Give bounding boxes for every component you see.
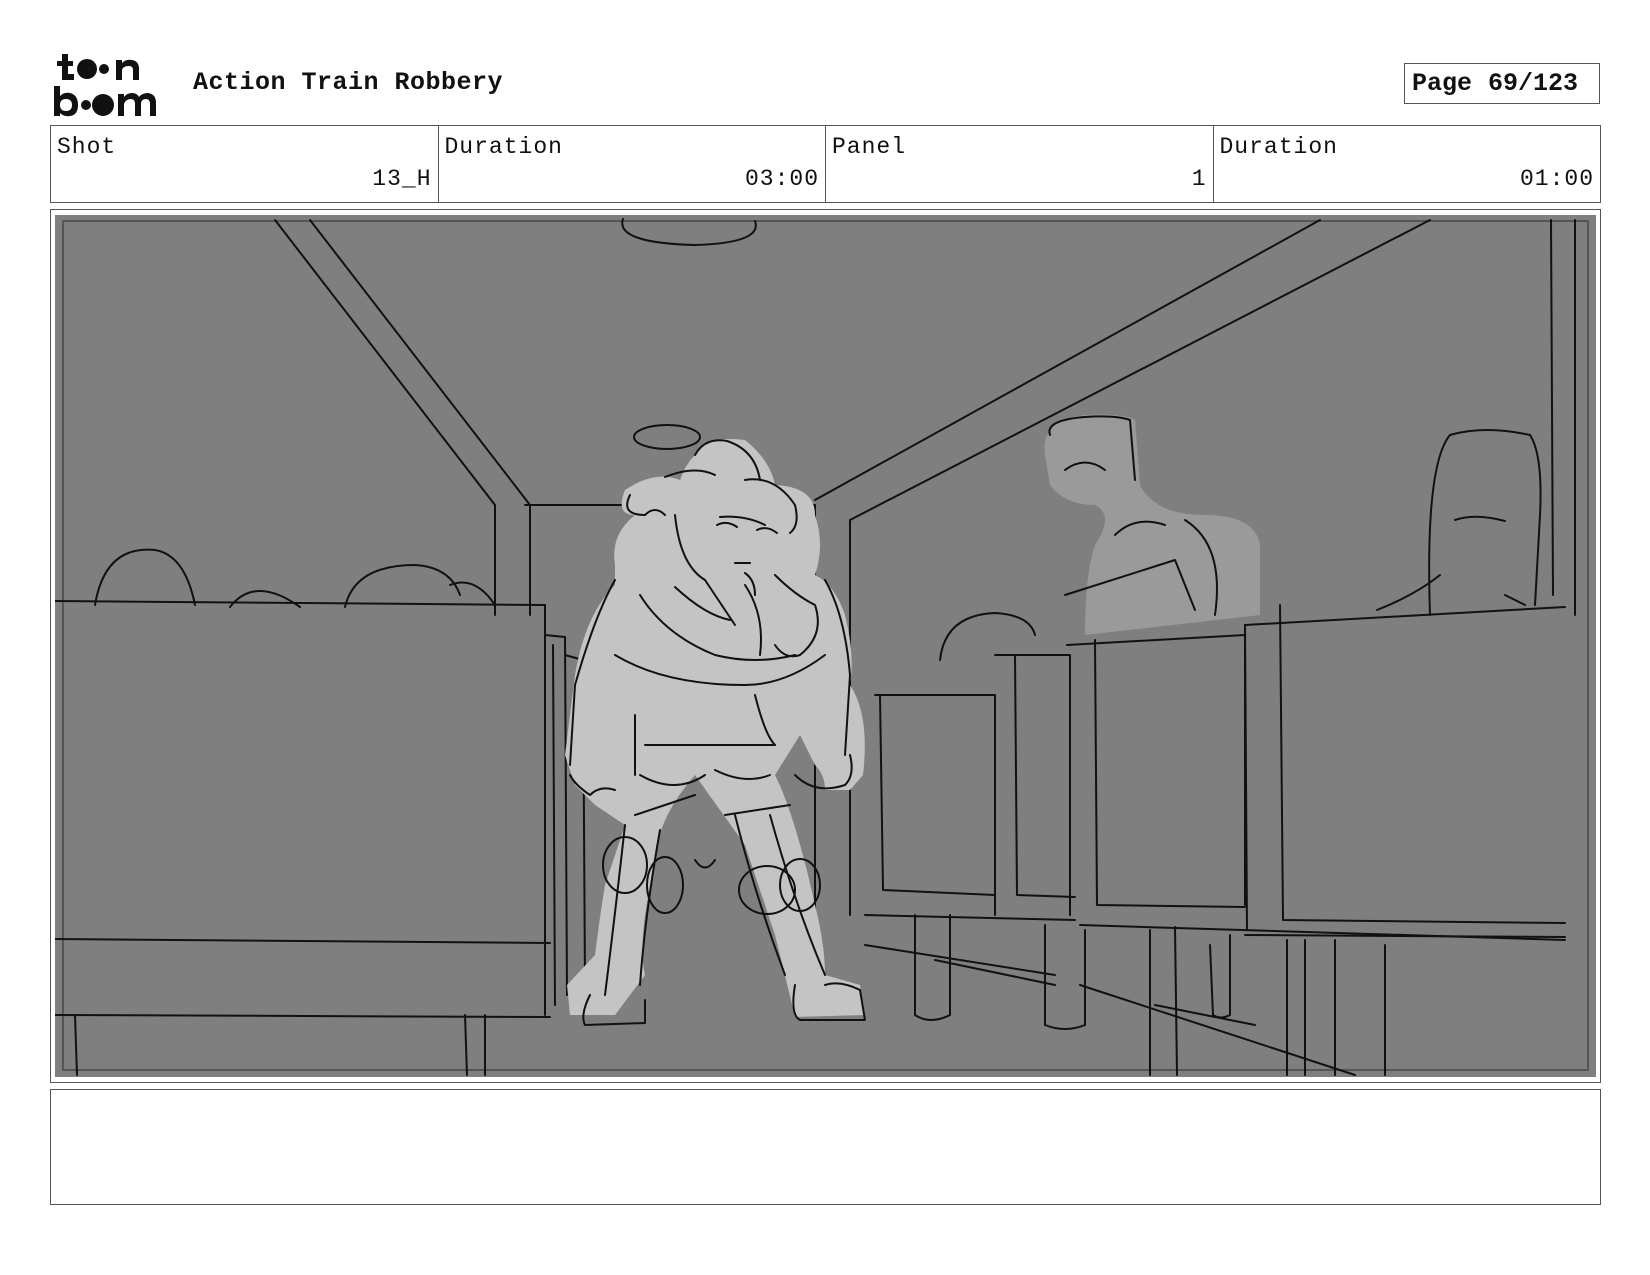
shot-duration-value: 03:00 [744, 166, 819, 192]
shot-value: 13_H [372, 166, 432, 192]
shot-duration-label: Duration [444, 134, 563, 160]
panel-notes-box [50, 1089, 1601, 1205]
shot-label: Shot [57, 134, 117, 160]
panel-drawing [55, 215, 1596, 1077]
project-title: Action Train Robbery [193, 68, 504, 97]
shot-cell: Shot 13_H [51, 126, 439, 202]
panel-value: 1 [1191, 166, 1207, 192]
shot-duration-cell: Duration 03:00 [439, 126, 826, 202]
shot-info-table: Shot 13_H Duration 03:00 Panel 1 Duratio… [50, 125, 1601, 203]
storyboard-panel [50, 209, 1601, 1083]
panel-duration-value: 01:00 [1519, 166, 1594, 192]
page-indicator: Page 69/123 [1404, 63, 1600, 104]
panel-duration-cell: Duration 01:00 [1214, 126, 1601, 202]
page-label: Page [1412, 69, 1473, 98]
page-number: 69/123 [1488, 69, 1579, 98]
panel-cell: Panel 1 [826, 126, 1214, 202]
panel-duration-label: Duration [1219, 134, 1338, 160]
panel-label: Panel [832, 134, 907, 160]
toon-boom-logo [52, 52, 172, 118]
